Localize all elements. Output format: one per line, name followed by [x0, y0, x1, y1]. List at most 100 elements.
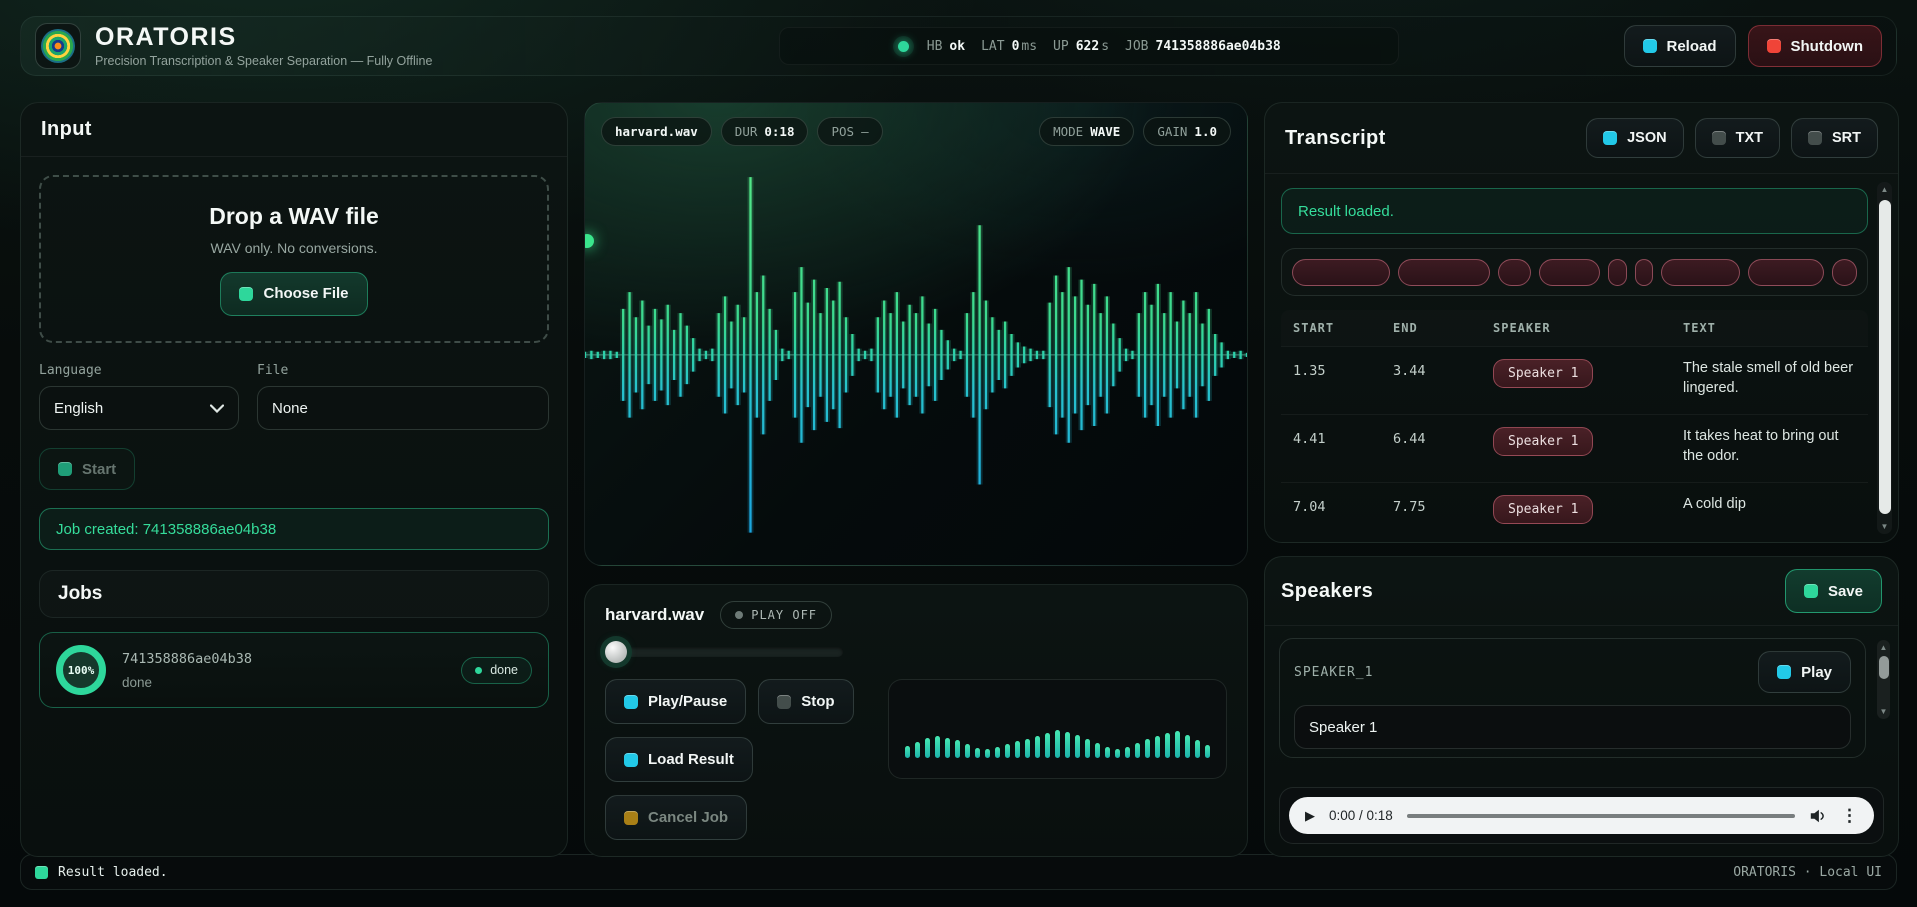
- stop-icon: [777, 695, 791, 709]
- transcript-scrollbar-thumb[interactable]: [1879, 200, 1891, 514]
- start-button[interactable]: Start: [39, 448, 135, 490]
- transcript-scrollbar[interactable]: ▲ ▼: [1877, 182, 1892, 534]
- file-value-box[interactable]: None: [257, 386, 549, 430]
- level-bar: [1095, 743, 1100, 758]
- language-select[interactable]: English: [39, 386, 239, 430]
- export-buttons: JSON TXT SRT: [1586, 118, 1878, 158]
- gain-chip: GAIN1.0: [1143, 117, 1231, 146]
- transcript-table-header: START END SPEAKER TEXT: [1281, 310, 1868, 346]
- level-bar: [1105, 747, 1110, 758]
- speakers-scroll-down-icon[interactable]: ▼: [1877, 707, 1890, 716]
- input-panel: Input Drop a WAV file WAV only. No conve…: [20, 102, 568, 857]
- speaker-name-input[interactable]: Speaker 1: [1294, 705, 1851, 749]
- level-bar: [1115, 749, 1120, 758]
- speaker-pill[interactable]: Speaker 1: [1493, 359, 1593, 388]
- export-txt-button[interactable]: TXT: [1695, 118, 1780, 158]
- export-json-button[interactable]: JSON: [1586, 118, 1684, 158]
- job-card[interactable]: 100% 741358886ae04b38 done done: [39, 632, 549, 708]
- transcript-title: Transcript: [1285, 127, 1386, 150]
- player-controls: Play/Pause Stop Load Result: [605, 679, 1227, 840]
- speaker-pill[interactable]: Speaker 1: [1493, 495, 1593, 524]
- volume-icon[interactable]: [1809, 808, 1827, 824]
- segment-pill[interactable]: [1292, 259, 1390, 286]
- play-state-pill: PLAY OFF: [720, 601, 832, 629]
- segment-pill[interactable]: [1748, 259, 1824, 286]
- footer-status-icon: [35, 866, 48, 879]
- speaker-play-button[interactable]: Play: [1758, 651, 1851, 693]
- segment-pill[interactable]: [1661, 259, 1740, 286]
- job-meta: 741358886ae04b38 done: [122, 651, 252, 690]
- app-root: ORATORIS Precision Transcription & Speak…: [0, 0, 1917, 907]
- segment-pill[interactable]: [1608, 259, 1627, 286]
- footer-status: Result loaded.: [35, 865, 168, 880]
- speaker-audio-player[interactable]: ▶ 0:00 / 0:18 ⋮: [1289, 797, 1874, 834]
- level-bar: [1175, 731, 1180, 758]
- mode-chip: MODEWAVE: [1039, 117, 1134, 146]
- speaker-play-icon: [1777, 665, 1791, 679]
- save-icon: [1804, 584, 1818, 598]
- file-label: File: [257, 363, 549, 378]
- scroll-down-icon[interactable]: ▼: [1877, 522, 1892, 531]
- seek-slider-track[interactable]: [605, 647, 843, 657]
- level-bar: [1065, 732, 1070, 758]
- waveform-display[interactable]: [585, 103, 1247, 565]
- segment-pill[interactable]: [1635, 259, 1653, 286]
- level-meter: [888, 679, 1227, 779]
- header-actions: Reload Shutdown: [1624, 25, 1883, 67]
- speakers-scroll-up-icon[interactable]: ▲: [1877, 643, 1890, 652]
- right-column: Transcript JSON TXT SRT: [1264, 102, 1899, 857]
- wav-dropzone[interactable]: Drop a WAV file WAV only. No conversions…: [39, 175, 549, 343]
- speaker-pill[interactable]: Speaker 1: [1493, 427, 1593, 456]
- transcript-row[interactable]: 7.047.75Speaker 1A cold dip: [1281, 482, 1868, 542]
- speaker-audio-row: ▶ 0:00 / 0:18 ⋮: [1279, 787, 1884, 844]
- segment-pill[interactable]: [1539, 259, 1600, 286]
- app-title: ORATORIS: [95, 24, 432, 50]
- cancel-job-icon: [624, 811, 638, 825]
- audio-seekbar[interactable]: [1407, 814, 1795, 818]
- level-bar: [1015, 741, 1020, 758]
- segment-pill[interactable]: [1398, 259, 1490, 286]
- reload-icon: [1643, 39, 1657, 53]
- language-label: Language: [39, 363, 239, 378]
- segment-end: 3.44: [1393, 359, 1493, 379]
- play-pause-button[interactable]: Play/Pause: [605, 679, 746, 724]
- transcript-row[interactable]: 4.416.44Speaker 1It takes heat to bring …: [1281, 414, 1868, 482]
- reload-button[interactable]: Reload: [1624, 25, 1736, 67]
- speakers-scrollbar-thumb[interactable]: [1879, 656, 1889, 679]
- heartbeat-dot-icon: [898, 41, 909, 52]
- transcript-body: Result loaded. START END SPEAKER TEXT 1.…: [1265, 174, 1898, 542]
- load-result-button[interactable]: Load Result: [605, 737, 753, 782]
- audio-time: 0:00 / 0:18: [1329, 808, 1393, 823]
- level-bar: [965, 744, 970, 758]
- choose-file-button[interactable]: Choose File: [220, 272, 367, 316]
- seek-slider[interactable]: [605, 641, 843, 663]
- transcript-rows: 1.353.44Speaker 1The stale smell of old …: [1281, 346, 1868, 542]
- segment-start: 7.04: [1293, 495, 1393, 515]
- audio-play-icon[interactable]: ▶: [1305, 808, 1315, 824]
- speakers-scrollbar[interactable]: ▲ ▼: [1877, 640, 1890, 719]
- segment-timeline: [1281, 248, 1868, 296]
- speakers-body: SPEAKER_1 Play Speaker 1 ▲ ▼: [1265, 626, 1898, 787]
- level-bar: [995, 747, 1000, 758]
- level-bar: [905, 746, 910, 758]
- seek-slider-thumb[interactable]: [605, 641, 627, 663]
- shutdown-icon: [1767, 39, 1781, 53]
- transcript-row[interactable]: 1.353.44Speaker 1The stale smell of old …: [1281, 346, 1868, 414]
- shutdown-button[interactable]: Shutdown: [1748, 25, 1882, 67]
- segment-pill[interactable]: [1832, 259, 1857, 286]
- player-header: harvard.wav PLAY OFF: [605, 601, 1227, 629]
- save-button[interactable]: Save: [1785, 569, 1882, 613]
- speaker-card: SPEAKER_1 Play Speaker 1: [1279, 638, 1866, 758]
- cancel-job-button[interactable]: Cancel Job: [605, 795, 747, 840]
- footer-brand: ORATORIS · Local UI: [1733, 865, 1882, 880]
- audio-menu-icon[interactable]: ⋮: [1841, 806, 1858, 826]
- segment-pill[interactable]: [1498, 259, 1531, 286]
- job-status: done: [122, 675, 252, 690]
- stop-button[interactable]: Stop: [758, 679, 853, 724]
- scroll-up-icon[interactable]: ▲: [1877, 185, 1892, 194]
- level-bar: [1045, 733, 1050, 758]
- input-form-row: Language English File None: [39, 363, 549, 430]
- export-srt-button[interactable]: SRT: [1791, 118, 1878, 158]
- status-wrap: HBok LAT0ms UP622s JOB741358886ae04b38: [555, 27, 1624, 65]
- app-header: ORATORIS Precision Transcription & Speak…: [20, 16, 1897, 76]
